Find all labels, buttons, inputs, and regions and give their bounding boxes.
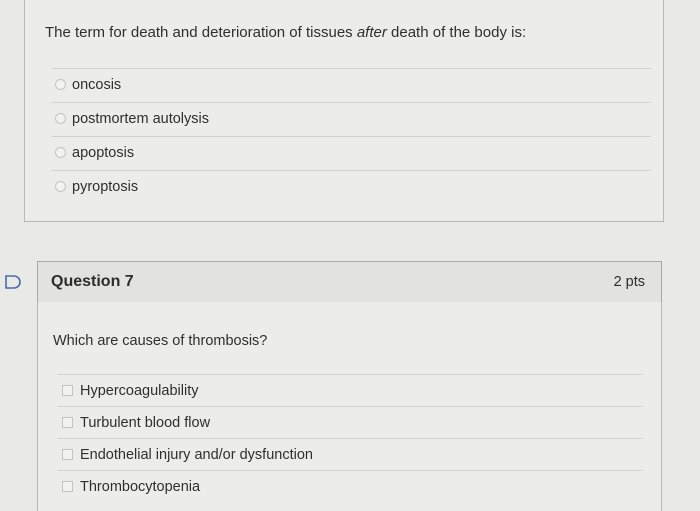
answer-option-apoptosis[interactable]: apoptosis: [51, 136, 651, 168]
answer-label: Endothelial injury and/or dysfunction: [80, 446, 313, 463]
answer-option-endothelial-injury[interactable]: Endothelial injury and/or dysfunction: [58, 438, 643, 470]
question-6-text-part2: death of the body is:: [386, 24, 527, 41]
answer-option-turbulent-blood-flow[interactable]: Turbulent blood flow: [58, 406, 643, 438]
flag-icon[interactable]: [5, 275, 21, 289]
radio-icon[interactable]: [55, 181, 66, 192]
radio-icon[interactable]: [55, 79, 66, 90]
answer-label: Turbulent blood flow: [80, 414, 211, 431]
radio-icon[interactable]: [55, 113, 66, 124]
question-7-header: Question 7 2 pts: [37, 261, 662, 303]
answer-option-pyroptosis[interactable]: pyroptosis: [51, 170, 651, 202]
question-7-points: 2 pts: [613, 274, 645, 290]
answer-option-hypercoagulability[interactable]: Hypercoagulability: [58, 374, 643, 406]
question-7-title: Question 7: [51, 273, 134, 290]
checkbox-icon[interactable]: [62, 417, 73, 428]
answer-label: Thrombocytopenia: [80, 478, 201, 495]
question-6-text-part1: The term for death and deterioration of …: [45, 24, 357, 41]
question-7-text: Which are causes of thrombosis?: [53, 333, 268, 349]
answer-option-postmortem-autolysis[interactable]: postmortem autolysis: [51, 102, 651, 134]
answer-option-oncosis[interactable]: oncosis: [51, 68, 651, 100]
answer-label: postmortem autolysis: [72, 110, 209, 127]
answer-label: oncosis: [72, 76, 122, 93]
checkbox-icon[interactable]: [62, 385, 73, 396]
question-6-text-emphasis: after: [356, 24, 387, 41]
answer-label: apoptosis: [72, 144, 135, 161]
checkbox-icon[interactable]: [62, 481, 73, 492]
question-6-text: The term for death and deterioration of …: [45, 24, 526, 41]
question-6-panel: The term for death and deterioration of …: [24, 0, 664, 222]
checkbox-icon[interactable]: [62, 449, 73, 460]
answer-label: Hypercoagulability: [80, 382, 199, 399]
radio-icon[interactable]: [55, 147, 66, 158]
question-7-panel: Which are causes of thrombosis? Hypercoa…: [37, 302, 662, 511]
answer-option-thrombocytopenia[interactable]: Thrombocytopenia: [58, 470, 643, 502]
answer-label: pyroptosis: [72, 178, 139, 195]
